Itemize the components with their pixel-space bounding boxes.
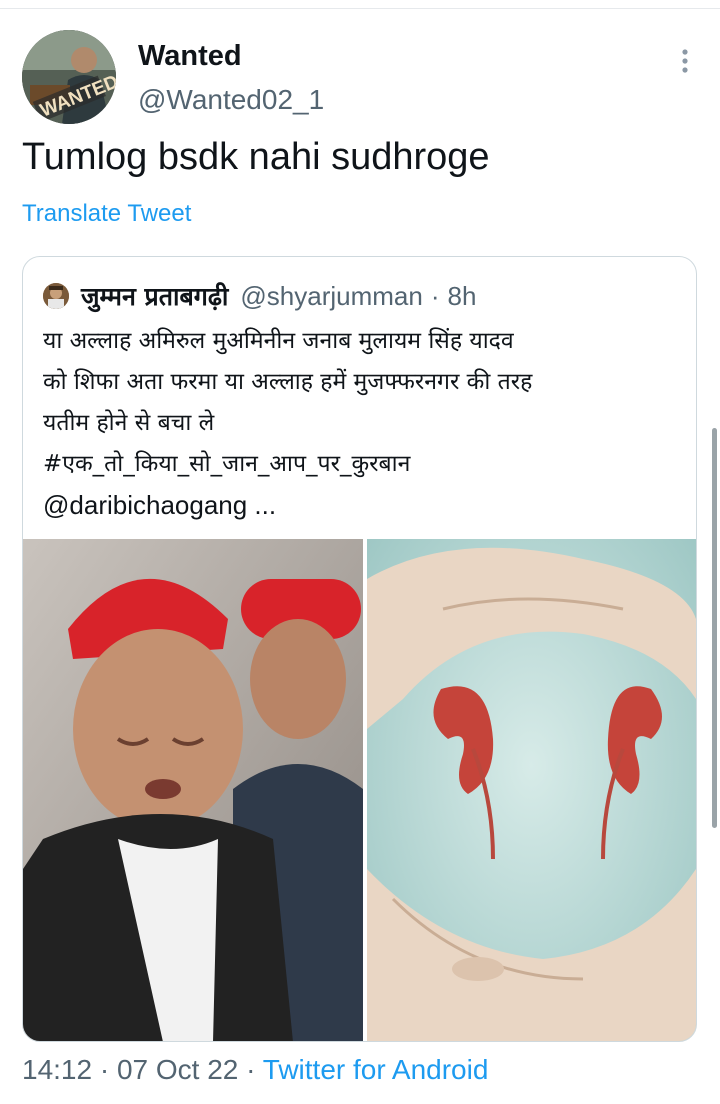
quoted-author-name[interactable]: जुम्मन प्रताबगढ़ी xyxy=(81,279,228,313)
tweet-date: 07 Oct 22 xyxy=(116,1054,239,1085)
quoted-mention[interactable]: @daribichaogang ... xyxy=(43,485,683,526)
author-handle[interactable]: @Wanted02_1 xyxy=(138,84,324,116)
scrollbar[interactable] xyxy=(712,428,717,828)
quoted-separator: · xyxy=(430,280,440,311)
quoted-tweet-age: 8h xyxy=(447,280,477,311)
quoted-text-line: या अल्लाह अमिरुल मुअमिनीन जनाब मुलायम सि… xyxy=(43,328,514,354)
quoted-text-line: यतीम होने से बचा ले xyxy=(43,410,215,436)
quoted-author-avatar[interactable] xyxy=(43,283,69,309)
quoted-tweet-header: जुम्मन प्रताबगढ़ी @shyarjumman · 8h xyxy=(43,279,476,313)
quoted-text-line: को शिफा अता फरमा या अल्लाह हमें मुजफ्फरन… xyxy=(43,369,533,395)
quoted-hashtag[interactable]: #एक_तो_किया_सो_जान_आप_पर_कुरबान xyxy=(43,444,683,485)
avatar-image: WANTED xyxy=(22,30,116,124)
tweet-meta: 14:12 · 07 Oct 22 · Twitter for Android xyxy=(22,1054,488,1086)
tweet-time: 14:12 xyxy=(22,1054,93,1085)
tweet-source-link[interactable]: Twitter for Android xyxy=(263,1054,489,1085)
top-divider xyxy=(0,8,720,9)
meta-separator: · xyxy=(246,1054,256,1085)
quoted-media-image[interactable] xyxy=(23,539,696,1041)
quoted-avatar-image xyxy=(43,283,69,309)
quoted-tweet-body: या अल्लाह अमिरुल मुअमिनीन जनाब मुलायम सि… xyxy=(43,321,683,526)
quoted-author-handle[interactable]: @shyarjumman xyxy=(240,281,422,312)
media-illustration xyxy=(23,539,696,1041)
meta-separator: · xyxy=(99,1054,110,1085)
author-avatar[interactable]: WANTED xyxy=(22,30,116,124)
tweet-text: Tumlog bsdk nahi sudhroge xyxy=(22,136,490,178)
translate-tweet-link[interactable]: Translate Tweet xyxy=(22,200,191,228)
more-vertical-icon xyxy=(682,49,688,73)
more-options-button[interactable] xyxy=(670,46,700,76)
author-name[interactable]: Wanted xyxy=(138,40,242,73)
quoted-tweet[interactable]: जुम्मन प्रताबगढ़ी @shyarjumman · 8h या अ… xyxy=(22,256,697,1042)
